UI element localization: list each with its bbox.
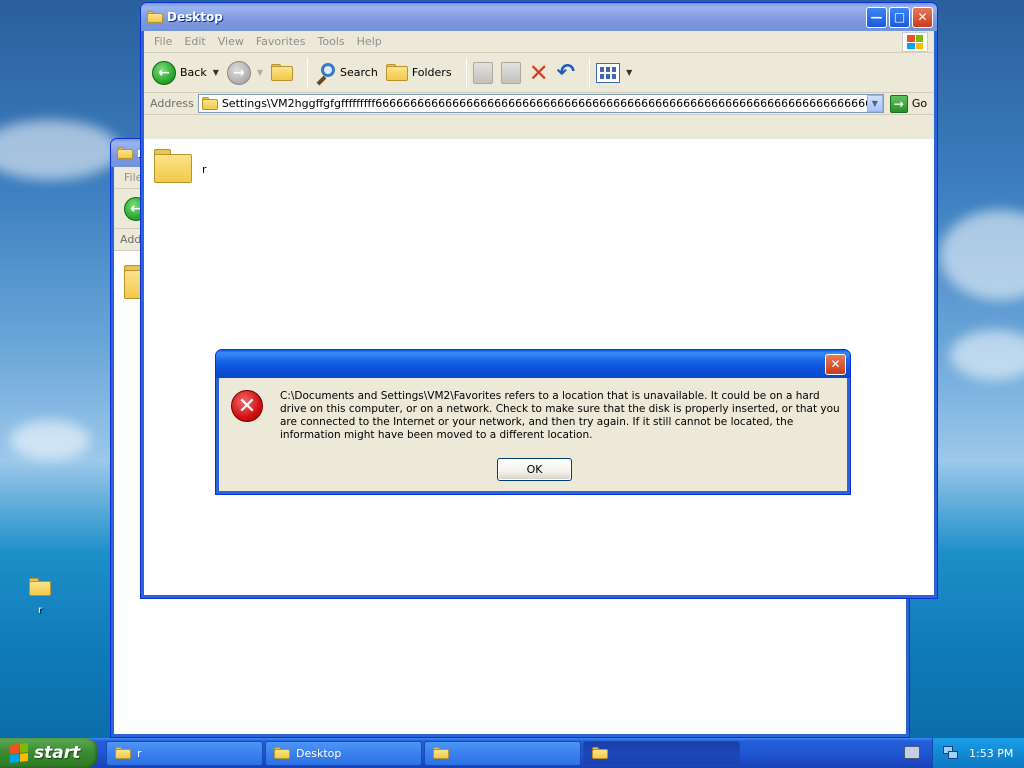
menu-favorites[interactable]: Favorites xyxy=(252,35,314,48)
folder-icon xyxy=(115,746,131,760)
window-controls: ✕ xyxy=(825,353,846,375)
folder-icon xyxy=(592,746,608,760)
delete-icon: ✕ xyxy=(528,58,549,87)
windows-logo-icon xyxy=(902,32,928,52)
search-button[interactable]: Search xyxy=(314,62,378,85)
menu-bar: File Edit View Favorites Tools Help xyxy=(144,31,934,53)
taskbar-button-4[interactable] xyxy=(583,740,740,766)
move-to-button[interactable] xyxy=(472,61,493,84)
system-tray: 1:53 PM xyxy=(932,738,1024,768)
dialog-title-bar[interactable]: ✕ xyxy=(216,350,850,378)
desktop-cloud xyxy=(940,210,1024,300)
folder-icon xyxy=(433,746,449,760)
folder-icon xyxy=(29,578,51,596)
toolbar-separator xyxy=(307,57,309,88)
desktop-cloud xyxy=(0,120,120,180)
delete-button[interactable]: ✕ xyxy=(529,61,549,85)
move-to-icon xyxy=(472,61,493,84)
folders-label: Folders xyxy=(411,66,452,79)
folder-icon xyxy=(147,10,163,24)
error-icon: ✕ xyxy=(231,390,263,422)
clock[interactable]: 1:53 PM xyxy=(969,747,1013,760)
address-label: Add xyxy=(120,233,142,246)
go-button[interactable]: → Go xyxy=(889,94,928,113)
toolbar-separator xyxy=(465,57,467,88)
desktop-icon-label: r xyxy=(37,605,43,616)
folders-button[interactable]: Folders xyxy=(385,63,452,82)
copy-to-button[interactable] xyxy=(500,61,521,84)
views-button[interactable]: ▼ xyxy=(596,62,632,83)
keyboard-icon[interactable] xyxy=(904,746,920,759)
back-button[interactable]: ← Back ▼ xyxy=(152,60,219,85)
title-bar[interactable]: Desktop — □ ✕ xyxy=(141,3,937,31)
folder-icon xyxy=(154,149,192,183)
views-icon xyxy=(596,62,621,83)
search-icon xyxy=(314,62,336,85)
window-body: File Edit View Favorites Tools Help ← Ba… xyxy=(144,31,934,595)
address-label: Address xyxy=(150,97,194,110)
copy-to-icon xyxy=(500,61,521,84)
chevron-down-icon[interactable]: ▼ xyxy=(213,68,219,77)
toolbar: ← Back ▼ → ▼ Search Folders ✕ ↶ ▼ xyxy=(144,53,934,93)
windows-flag-icon xyxy=(10,743,28,763)
start-button[interactable]: start xyxy=(0,738,98,768)
error-message: C:\Documents and Settings\VM2\Favorites … xyxy=(280,390,840,441)
up-folder-button[interactable] xyxy=(271,63,294,82)
address-value: Settings\VM2hggffgfgfffffffff66666666666… xyxy=(221,97,867,110)
go-label: Go xyxy=(911,97,928,110)
desktop-cloud xyxy=(10,420,90,460)
ok-button[interactable]: OK xyxy=(497,458,572,481)
back-arrow-icon: ← xyxy=(152,60,176,85)
taskbar-button-3[interactable] xyxy=(424,740,581,766)
chevron-down-icon[interactable]: ▼ xyxy=(257,68,263,77)
window-title: Desktop xyxy=(167,10,223,24)
error-dialog[interactable]: ✕ ✕ C:\Documents and Settings\VM2\Favori… xyxy=(215,349,851,495)
back-label: Back xyxy=(180,66,207,79)
menu-file[interactable]: File xyxy=(150,35,180,48)
explorer-window-desktop[interactable]: Desktop — □ ✕ File Edit View Favorites T… xyxy=(140,2,938,599)
chevron-down-icon[interactable]: ▼ xyxy=(626,68,632,77)
menu-view[interactable]: View xyxy=(214,35,252,48)
address-bar: Address Settings\VM2hggffgfgfffffffff666… xyxy=(144,93,934,115)
menu-help[interactable]: Help xyxy=(353,35,390,48)
close-button[interactable]: ✕ xyxy=(825,353,846,375)
folder-icon xyxy=(201,97,218,110)
window-controls: — □ ✕ xyxy=(866,6,933,28)
minimize-button[interactable]: — xyxy=(866,6,887,28)
undo-button[interactable]: ↶ xyxy=(556,59,576,85)
forward-arrow-icon: → xyxy=(226,60,251,85)
desktop-cloud xyxy=(950,330,1024,380)
taskbar-button-label: Desktop xyxy=(296,746,342,760)
desktop-folder-r[interactable]: r xyxy=(20,578,60,616)
taskbar: start r Desktop xyxy=(0,738,1024,768)
taskbar-button-desktop[interactable]: Desktop xyxy=(265,740,422,766)
address-input[interactable]: Settings\VM2hggffgfgfffffffff66666666666… xyxy=(197,94,884,113)
folders-icon xyxy=(385,63,408,82)
search-label: Search xyxy=(340,66,378,79)
undo-icon: ↶ xyxy=(556,59,576,85)
start-label: start xyxy=(34,743,81,763)
menu-edit[interactable]: Edit xyxy=(180,35,213,48)
network-icon[interactable] xyxy=(943,746,959,760)
chevron-down-icon[interactable]: ▼ xyxy=(866,95,883,112)
up-folder-icon xyxy=(271,63,294,82)
list-item[interactable]: r xyxy=(154,149,207,183)
toolbar-separator xyxy=(589,57,591,88)
taskbar-button-r[interactable]: r xyxy=(106,740,263,766)
folder-icon xyxy=(274,746,290,760)
dialog-body: ✕ C:\Documents and Settings\VM2\Favorite… xyxy=(219,378,847,491)
item-label: r xyxy=(202,163,207,176)
go-arrow-icon: → xyxy=(889,94,908,113)
taskbar-buttons: r Desktop xyxy=(106,740,740,766)
folder-icon xyxy=(117,146,133,160)
menu-tools[interactable]: Tools xyxy=(314,35,353,48)
maximize-button[interactable]: □ xyxy=(889,6,910,28)
taskbar-button-label: r xyxy=(137,746,142,760)
forward-button[interactable]: → ▼ xyxy=(226,60,263,85)
close-button[interactable]: ✕ xyxy=(912,6,933,28)
